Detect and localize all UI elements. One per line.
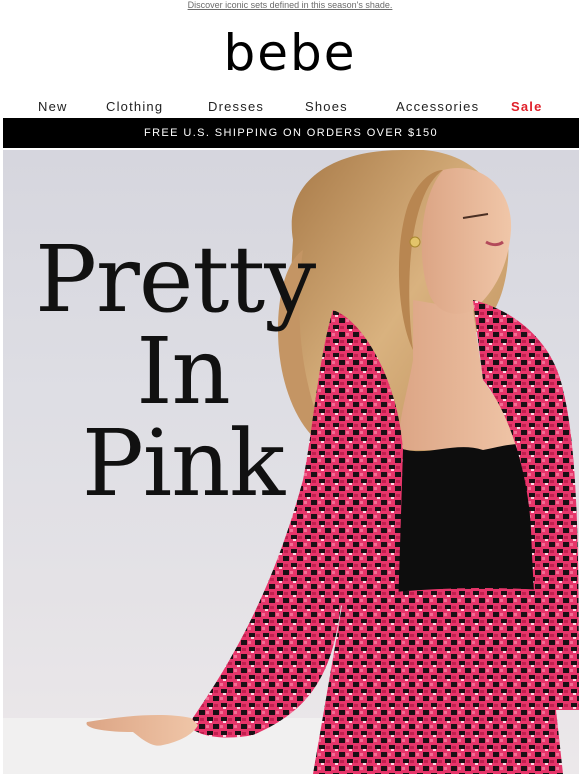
free-shipping-banner[interactable]: FREE U.S. SHIPPING ON ORDERS OVER $150 <box>3 118 579 148</box>
hero-headline: Pretty In Pink <box>3 234 363 510</box>
black-top <box>395 444 535 600</box>
nav-item-new[interactable]: New <box>38 99 68 115</box>
bebe-logo[interactable]: bebe <box>0 26 580 80</box>
headline-line-3: Pink <box>81 410 285 517</box>
headline-line-1: Pretty <box>35 226 316 333</box>
headline-line-2: In <box>136 318 231 425</box>
nav-item-dresses[interactable]: Dresses <box>208 99 264 115</box>
main-navigation: New Clothing Dresses Shoes Accessories S… <box>0 99 580 117</box>
tweed-skirt <box>313 588 563 774</box>
nav-item-accessories[interactable]: Accessories <box>396 99 479 115</box>
preheader-link[interactable]: Discover iconic sets defined in this sea… <box>0 0 580 14</box>
nav-item-clothing[interactable]: Clothing <box>106 99 163 115</box>
nav-item-shoes[interactable]: Shoes <box>305 99 348 115</box>
hero-banner[interactable]: Pretty In Pink <box>3 150 579 774</box>
nav-item-sale[interactable]: Sale <box>511 99 543 115</box>
